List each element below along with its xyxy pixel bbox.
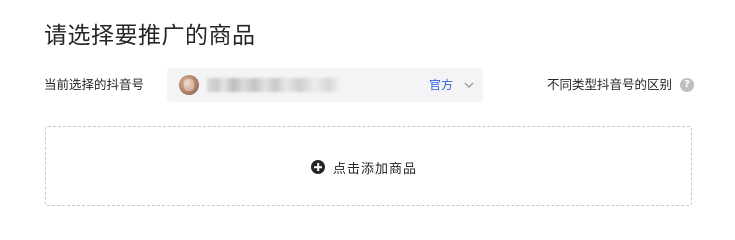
account-select[interactable]: 官方	[167, 68, 483, 102]
plus-circle-icon	[311, 160, 325, 174]
account-type-diff-link[interactable]: 不同类型抖音号的区别	[547, 68, 672, 102]
add-product-label: 点击添加商品	[333, 161, 418, 177]
add-product-button[interactable]: 点击添加商品	[311, 158, 418, 177]
question-circle-icon[interactable]: ?	[680, 78, 694, 92]
account-name-blurred	[207, 78, 339, 92]
add-product-dropzone[interactable]: 点击添加商品	[45, 126, 692, 206]
chevron-down-icon	[464, 82, 474, 88]
current-account-label: 当前选择的抖音号	[44, 77, 145, 92]
account-row: 当前选择的抖音号 官方 不同类型抖音号的区别 ?	[44, 68, 694, 102]
page-title: 请选择要推广的商品	[44, 23, 256, 49]
account-type-badge: 官方	[429, 78, 454, 92]
account-avatar	[179, 75, 199, 95]
